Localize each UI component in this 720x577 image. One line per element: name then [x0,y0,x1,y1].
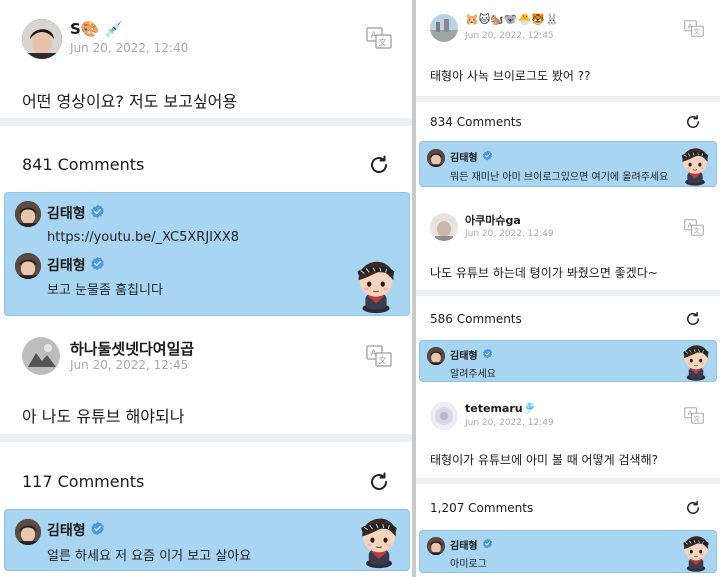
character-sticker-icon [674,145,716,187]
reply-link[interactable]: https://youtu.be/_XC5XRJIXX8 [47,230,239,245]
separator [0,118,412,126]
artist-avatar [15,253,41,279]
artist-reply-box[interactable]: 김태형 얼른 하세요 저 요즘 이거 보고 살아요 [4,509,410,571]
verified-badge-icon [482,150,493,161]
character-sticker-icon [676,533,716,573]
verified-badge-icon [90,521,105,536]
translate-icon[interactable] [366,345,392,367]
translate-icon[interactable] [684,219,704,236]
comments-count: 117 Comments [22,472,145,491]
comments-count: 841 Comments [22,155,145,174]
character-sticker-icon [347,257,405,315]
post-date: Jun 20, 2022, 12:49 [465,418,554,428]
translate-icon[interactable] [366,27,392,49]
separator [416,290,720,296]
post-date: Jun 20, 2022, 12:49 [465,229,554,239]
refresh-icon[interactable] [684,113,702,131]
artist-name[interactable]: 김태형 [450,149,478,164]
post-text: 아 나도 유튜브 해야되나 [22,407,185,426]
username[interactable]: 🐹🐱🐿️🐨🐣🐯🐰 [465,13,559,26]
refresh-icon[interactable] [367,470,391,494]
refresh-icon[interactable] [367,153,391,177]
reply-text: 알려주세요 [450,369,496,380]
user-avatar[interactable] [22,337,60,375]
username[interactable]: 하나둘셋넷다여일곱 [70,338,194,359]
right-screenshot: 🐹🐱🐿️🐨🐣🐯🐰 Jun 20, 2022, 12:45 태형아 사녹 브이로그… [416,0,720,577]
user-avatar[interactable] [430,213,458,241]
artist-avatar [427,537,445,555]
artist-avatar [427,149,445,167]
artist-reply-box[interactable]: 김태형 https://youtu.be/_XC5XRJIXX8 김태형 보고 … [4,192,410,316]
reply-text: 뭐든 재미난 아미 브이로그있으면 여기에 올려주세요 [450,172,669,183]
artist-avatar [15,201,41,227]
reply-text: 아미로그 [450,559,487,570]
post-header: S🎨 💉 Jun 20, 2022, 12:40 어떤 영상이요? 저도 보고싶… [0,0,412,120]
reply-text: 보고 눈물좀 훔칩니다 [47,283,163,298]
artist-name[interactable]: 김태형 [47,255,86,275]
left-screenshot: S🎨 💉 Jun 20, 2022, 12:40 어떤 영상이요? 저도 보고싶… [0,0,412,577]
post-date: Jun 20, 2022, 12:45 [70,358,189,372]
artist-name[interactable]: 김태형 [450,347,478,362]
translate-icon[interactable] [684,20,704,37]
artist-name[interactable]: 김태형 [450,537,478,552]
user-avatar[interactable] [430,402,458,430]
post-text: 태형이가 유튜브에 아미 볼 때 어떻게 검색해? [430,453,658,467]
user-avatar[interactable] [22,19,62,59]
separator [0,434,412,442]
refresh-icon[interactable] [684,499,702,517]
artist-avatar [15,519,41,545]
verified-badge-icon [482,538,493,549]
username[interactable]: tetemaru‍‍🎐 [465,402,536,415]
artist-reply-box[interactable]: 김태형 뭐든 재미난 아미 브이로그있으면 여기에 올려주세요 [419,141,717,187]
reply-text: 얼른 하세요 저 요즘 이거 보고 살아요 [47,549,252,564]
artist-reply-box[interactable]: 김태형 아미로그 [419,530,717,573]
comments-count: 586 Comments [430,312,522,326]
separator [416,96,720,102]
verified-badge-icon [90,256,105,271]
translate-icon[interactable] [684,407,704,424]
username[interactable]: 아쿠마슈ga [465,212,521,228]
comments-count: 1,207 Comments [430,501,534,515]
post-text: 나도 유튜브 하는데 텽이가 봐줬으면 좋겠다~ [430,266,658,280]
username[interactable]: S🎨 💉 [70,20,123,38]
character-sticker-icon [676,342,716,382]
refresh-icon[interactable] [684,310,702,328]
verified-badge-icon [90,204,105,219]
user-avatar[interactable] [430,14,458,42]
artist-name[interactable]: 김태형 [47,520,86,540]
artist-avatar [427,347,445,365]
character-sticker-icon [351,514,407,570]
separator [416,478,720,484]
artist-name[interactable]: 김태형 [47,203,86,223]
post-date: Jun 20, 2022, 12:45 [465,31,554,41]
verified-badge-icon [482,348,493,359]
post-date: Jun 20, 2022, 12:40 [70,41,189,55]
comments-count: 834 Comments [430,115,522,129]
post-text: 태형아 사녹 브이로그도 봤어 ?? [430,69,591,83]
post-text: 어떤 영상이요? 저도 보고싶어용 [22,92,238,111]
artist-reply-box[interactable]: 김태형 알려주세요 [419,340,717,382]
